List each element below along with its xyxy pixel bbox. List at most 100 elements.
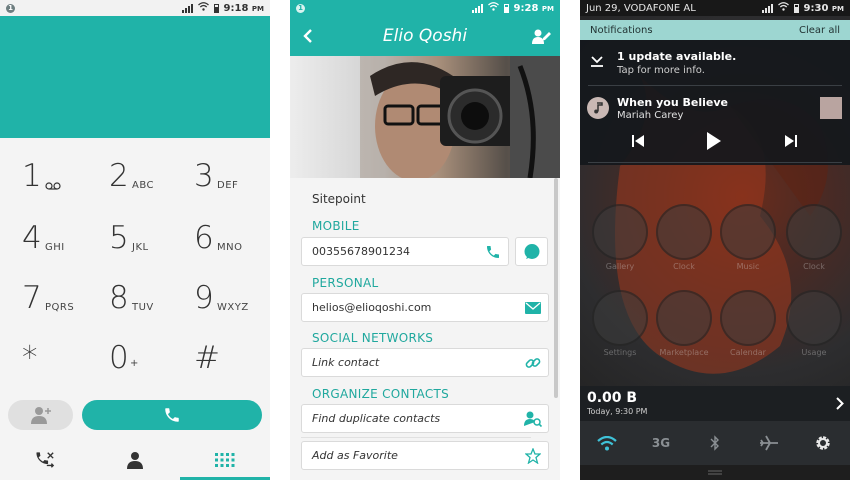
data-usage-value: 0.00 B (587, 390, 638, 406)
send-message-button[interactable] (515, 237, 548, 266)
edit-contact-button[interactable] (524, 27, 560, 45)
key-2[interactable]: 2 ABC (87, 150, 175, 206)
update-subtitle: Tap for more info. (617, 65, 705, 76)
phone-number: 00355678901234 (312, 245, 410, 258)
key-3[interactable]: 3 DEF (172, 150, 260, 206)
clock: 9:18 PM (223, 2, 264, 14)
data-usage-bar[interactable]: 0.00 B Today, 9:30 PM (580, 386, 850, 421)
back-button[interactable] (290, 28, 326, 44)
app-label: Settings (603, 348, 637, 357)
add-favorite-button[interactable]: Add as Favorite (301, 441, 549, 470)
signal-icon (471, 3, 483, 13)
app-icon-usage[interactable] (786, 290, 842, 346)
find-duplicates-button[interactable]: Find duplicate contacts (301, 404, 549, 433)
key-1[interactable]: 1 (0, 150, 88, 206)
key-star[interactable]: * (0, 332, 88, 388)
key-4[interactable]: 4 GHI (0, 212, 88, 268)
notification-count-badge: 1 (6, 3, 15, 13)
key-0[interactable]: 0 + (87, 332, 175, 388)
message-bubble-icon (524, 243, 539, 259)
phone-icon (165, 408, 179, 422)
clock: 9:30 PM (803, 2, 844, 14)
key-digit: 9 (194, 280, 214, 316)
phone-number-field[interactable]: 00355678901234 (301, 237, 509, 266)
app-icon-settings[interactable] (592, 290, 648, 346)
contacts-icon (127, 452, 143, 469)
call-button[interactable] (82, 400, 262, 430)
wifi-icon (777, 2, 789, 14)
key-9[interactable]: 9 WXYZ (172, 272, 260, 328)
divider (301, 437, 531, 438)
call-log-icon (36, 452, 55, 468)
airplane-mode-toggle[interactable] (742, 435, 796, 451)
edit-contact-icon (532, 29, 551, 44)
organization: Sitepoint (312, 192, 366, 206)
track-artist: Mariah Carey (617, 110, 684, 121)
app-label: Usage (801, 348, 827, 357)
key-letters: JKL (132, 242, 149, 253)
tab-call-log[interactable] (0, 440, 90, 480)
link-contact-button[interactable]: Link contact (301, 348, 549, 377)
person-search-icon (524, 410, 542, 428)
email-field[interactable]: helios@elioqoshi.com (301, 293, 549, 322)
key-hash[interactable]: # (172, 332, 260, 388)
scrollbar[interactable] (554, 178, 558, 398)
key-digit: 4 (22, 220, 42, 256)
add-contact-button[interactable] (8, 400, 73, 430)
key-5[interactable]: 5 JKL (87, 212, 175, 268)
tab-contacts[interactable] (90, 440, 180, 480)
app-label: Gallery (605, 262, 635, 271)
data-3g-toggle[interactable]: 3G (634, 436, 688, 450)
bluetooth-icon (710, 435, 719, 451)
key-8[interactable]: 8 TUV (87, 272, 175, 328)
chevron-right-icon (836, 397, 844, 410)
clear-all-button[interactable]: Clear all (799, 25, 840, 36)
settings-button[interactable] (796, 434, 850, 452)
key-digit: # (194, 340, 220, 376)
battery-icon (793, 3, 799, 13)
tray-grip-handle[interactable] (580, 465, 850, 480)
update-notification[interactable]: 1 update available. Tap for more info. (580, 40, 850, 84)
key-digit: 0 (109, 340, 129, 376)
add-favorite-label: Add as Favorite (312, 449, 398, 462)
contact-photo (290, 56, 560, 178)
add-person-icon (30, 407, 51, 424)
previous-track-icon[interactable] (632, 134, 644, 148)
tab-keypad[interactable] (180, 440, 270, 480)
app-icon-music[interactable] (720, 204, 776, 260)
app-icon-marketplace[interactable] (656, 290, 712, 346)
dialer-screen: 1 9:18 PM 1 2 ABC 3 DEF 4 GHI 5 JKL 6 MN… (0, 0, 270, 480)
notification-count-badge: 1 (296, 3, 305, 13)
section-mobile: MOBILE (312, 219, 360, 233)
key-letters: TUV (132, 302, 154, 313)
key-letters: DEF (217, 180, 239, 191)
chevron-left-icon (303, 29, 312, 43)
app-label: Music (736, 262, 760, 271)
app-icon-gallery[interactable] (592, 204, 648, 260)
key-digit: 8 (109, 280, 129, 316)
key-letters: WXYZ (217, 302, 249, 313)
quick-settings-bar: 3G (580, 421, 850, 465)
mail-icon[interactable] (524, 299, 542, 317)
key-6[interactable]: 6 MNO (172, 212, 260, 268)
divider (588, 162, 842, 163)
star-icon (524, 447, 542, 465)
bluetooth-toggle[interactable] (688, 435, 742, 451)
gear-icon (816, 436, 830, 450)
app-icon-calendar[interactable] (720, 290, 776, 346)
app-icon-clock[interactable] (656, 204, 712, 260)
key-digit: 5 (109, 220, 129, 256)
album-art (820, 97, 842, 119)
key-digit: * (22, 340, 38, 376)
play-icon[interactable] (707, 132, 721, 150)
email-address: helios@elioqoshi.com (312, 301, 432, 314)
next-track-icon[interactable] (785, 134, 797, 148)
contact-details-screen: 1 9:28 PM Elio Qoshi Sitepoint MOBILE 00… (290, 0, 560, 480)
carrier-date: Jun 29, VODAFONE AL (586, 2, 696, 14)
wifi-toggle[interactable] (580, 435, 634, 451)
status-bar: 1 9:28 PM (290, 0, 560, 16)
call-icon[interactable] (484, 243, 502, 261)
app-icon-clock-2[interactable] (786, 204, 842, 260)
key-7[interactable]: 7 PQRS (0, 272, 88, 328)
find-duplicates-label: Find duplicate contacts (312, 412, 441, 425)
